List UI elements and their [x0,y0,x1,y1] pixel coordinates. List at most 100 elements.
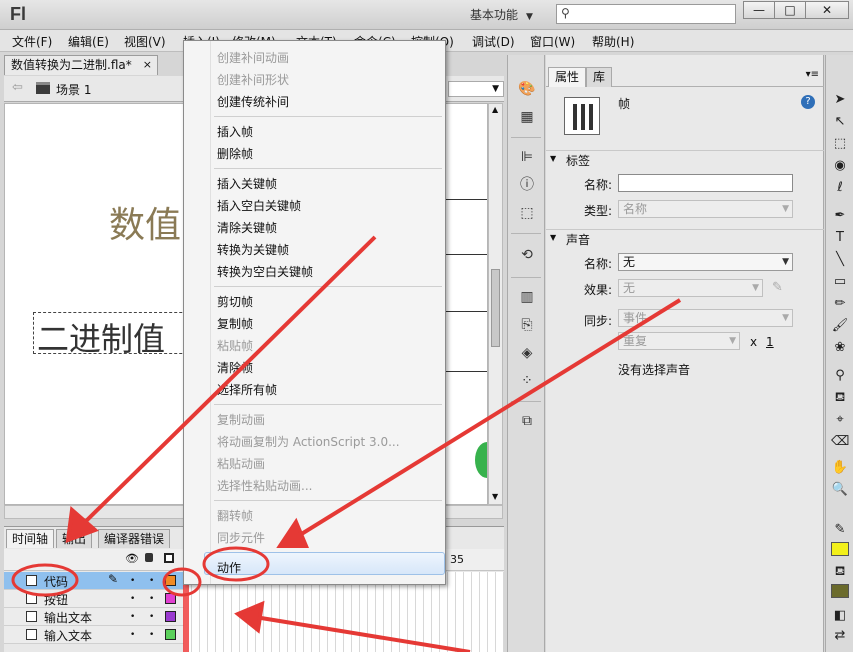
selection-tool-icon[interactable]: ➤ [831,91,849,109]
layer-row-output-text[interactable]: 输出文本 • • [4,608,184,626]
library-panel-icon[interactable]: ▥ [517,287,537,307]
collapse-triangle-icon[interactable]: ▼ [550,233,556,242]
pencil-tool-icon[interactable]: ✏ [831,295,849,313]
stage-binary-text[interactable]: 二进制值 [37,314,165,360]
green-button-graphic[interactable] [475,442,487,478]
stroke-color-swatch[interactable] [831,542,849,556]
minimize-button[interactable]: — [743,1,775,19]
layer-row-code[interactable]: 代码 ✎ • • [4,572,184,590]
document-tab[interactable]: 数值转换为二进制.fla* × [4,55,158,75]
tab-output[interactable]: 输出 [56,529,93,548]
back-arrow-icon[interactable]: ⇦ [12,80,23,95]
motion-presets-icon[interactable]: ⁘ [517,371,537,391]
tab-properties[interactable]: 属性 [548,67,587,87]
tab-timeline[interactable]: 时间轴 [6,529,55,548]
context-menu-item[interactable]: 翻转帧 [217,507,253,524]
maximize-button[interactable]: □ [774,1,806,19]
lasso-tool-icon[interactable]: ℓ [831,179,849,197]
swatches-panel-icon[interactable]: ▦ [517,107,537,127]
context-menu-item[interactable]: 选择性粘贴动画... [217,477,312,494]
context-menu-item[interactable]: 粘贴帧 [217,337,253,354]
context-menu-item[interactable]: 粘贴动画 [217,455,265,472]
context-menu-item[interactable]: 复制帧 [217,315,253,332]
visibility-dot[interactable]: • [130,612,135,622]
close-tab-icon[interactable]: × [143,56,152,74]
tab-compiler-errors[interactable]: 编译器错误 [98,529,171,548]
edit-pencil-icon[interactable]: ✎ [772,280,783,295]
workspace-switcher[interactable]: 基本功能 ▼ [470,6,533,23]
collapse-triangle-icon[interactable]: ▼ [550,154,556,163]
pen-tool-icon[interactable]: ✒ [831,207,849,225]
scene-panel-icon[interactable]: ⧉ [517,411,537,431]
zoom-dropdown[interactable]: ▼ [448,81,504,97]
free-transform-tool-icon[interactable]: ⬚ [831,135,849,153]
label-type-select[interactable]: 名称 ▼ [618,200,793,218]
code-snippets-icon[interactable]: ⟲ [517,245,537,265]
context-menu-item[interactable]: 选择所有帧 [217,381,277,398]
sound-name-select[interactable]: 无 ▼ [618,253,793,271]
stage-vertical-scrollbar[interactable]: ▲ ▼ [488,103,503,505]
context-menu-item[interactable]: 创建补间形状 [217,71,289,88]
section-sound[interactable]: ▼ 声音 [546,229,824,247]
sync-select[interactable]: 事件 ▼ [618,309,793,327]
menu-10[interactable]: 帮助(H) [592,33,634,50]
help-icon[interactable]: ? [801,95,815,109]
search-input[interactable]: ⚲ [556,4,736,24]
context-menu-item[interactable]: 动作 [217,559,241,576]
hand-tool-icon[interactable]: ✋ [831,459,849,477]
panel-menu-icon[interactable]: ▾≡ [806,69,819,80]
transform-panel-icon[interactable]: ⬚ [517,203,537,223]
context-menu-item[interactable]: 创建补间动画 [217,49,289,66]
lock-dot[interactable]: • [149,594,154,604]
align-panel-icon[interactable]: ⊫ [517,147,537,167]
context-menu-item[interactable]: 删除帧 [217,145,253,162]
fill-color-icon[interactable]: ⛾ [831,563,849,581]
scroll-thumb[interactable] [491,269,500,347]
visibility-dot[interactable]: • [130,630,135,640]
stage-title-text[interactable]: 数值 [109,196,181,248]
menu-9[interactable]: 窗口(W) [530,33,575,50]
context-menu-item[interactable]: 插入帧 [217,123,253,140]
eyedropper-tool-icon[interactable]: ⌖ [831,411,849,429]
context-menu-item[interactable]: 转换为关键帧 [217,241,289,258]
repeat-select[interactable]: 重复 ▼ [618,332,740,350]
3d-rotation-tool-icon[interactable]: ◉ [831,157,849,175]
rectangle-tool-icon[interactable]: ▭ [831,273,849,291]
scroll-down-icon[interactable]: ▼ [492,492,498,501]
close-button[interactable]: ✕ [805,1,849,19]
lock-icon[interactable] [145,553,153,562]
layer-color-swatch[interactable] [165,611,176,622]
scroll-up-icon[interactable]: ▲ [492,105,498,114]
layer-row-input-text[interactable]: 输入文本 • • [4,626,184,644]
context-menu-item[interactable]: 插入空白关键帧 [217,197,301,214]
context-menu-item[interactable]: 创建传统补间 [217,93,289,110]
context-menu-item[interactable]: 同步元件 [217,529,265,546]
text-tool-icon[interactable]: T [831,229,849,247]
tab-library[interactable]: 库 [586,67,613,87]
lock-dot[interactable]: • [149,576,154,586]
eye-icon[interactable]: 👁 [125,552,139,565]
context-menu-item[interactable]: 将动画复制为 ActionScript 3.0... [217,433,400,450]
color-panel-icon[interactable]: 🎨 [517,79,537,99]
menu-1[interactable]: 编辑(E) [68,33,109,50]
repeat-count[interactable]: 1 [766,335,774,349]
visibility-dot[interactable]: • [130,576,135,586]
actions-panel-icon[interactable]: ⎘ [517,315,537,335]
paint-bucket-tool-icon[interactable]: ⛾ [831,389,849,407]
menu-0[interactable]: 文件(F) [12,33,52,50]
outline-icon[interactable] [164,553,174,563]
section-label[interactable]: ▼ 标签 [546,150,824,168]
context-menu-item[interactable]: 插入关键帧 [217,175,277,192]
frame-name-input[interactable] [618,174,793,192]
context-menu-item[interactable]: 剪切帧 [217,293,253,310]
lock-dot[interactable]: • [149,612,154,622]
fill-color-swatch[interactable] [831,584,849,598]
menu-8[interactable]: 调试(D) [472,33,515,50]
layer-color-swatch[interactable] [165,629,176,640]
layer-color-swatch[interactable] [165,575,176,586]
components-panel-icon[interactable]: ◈ [517,343,537,363]
layer-row-button[interactable]: 按钮 • • [4,590,184,608]
context-menu-item[interactable]: 清除关键帧 [217,219,277,236]
line-tool-icon[interactable]: ╲ [831,251,849,269]
visibility-dot[interactable]: • [130,594,135,604]
